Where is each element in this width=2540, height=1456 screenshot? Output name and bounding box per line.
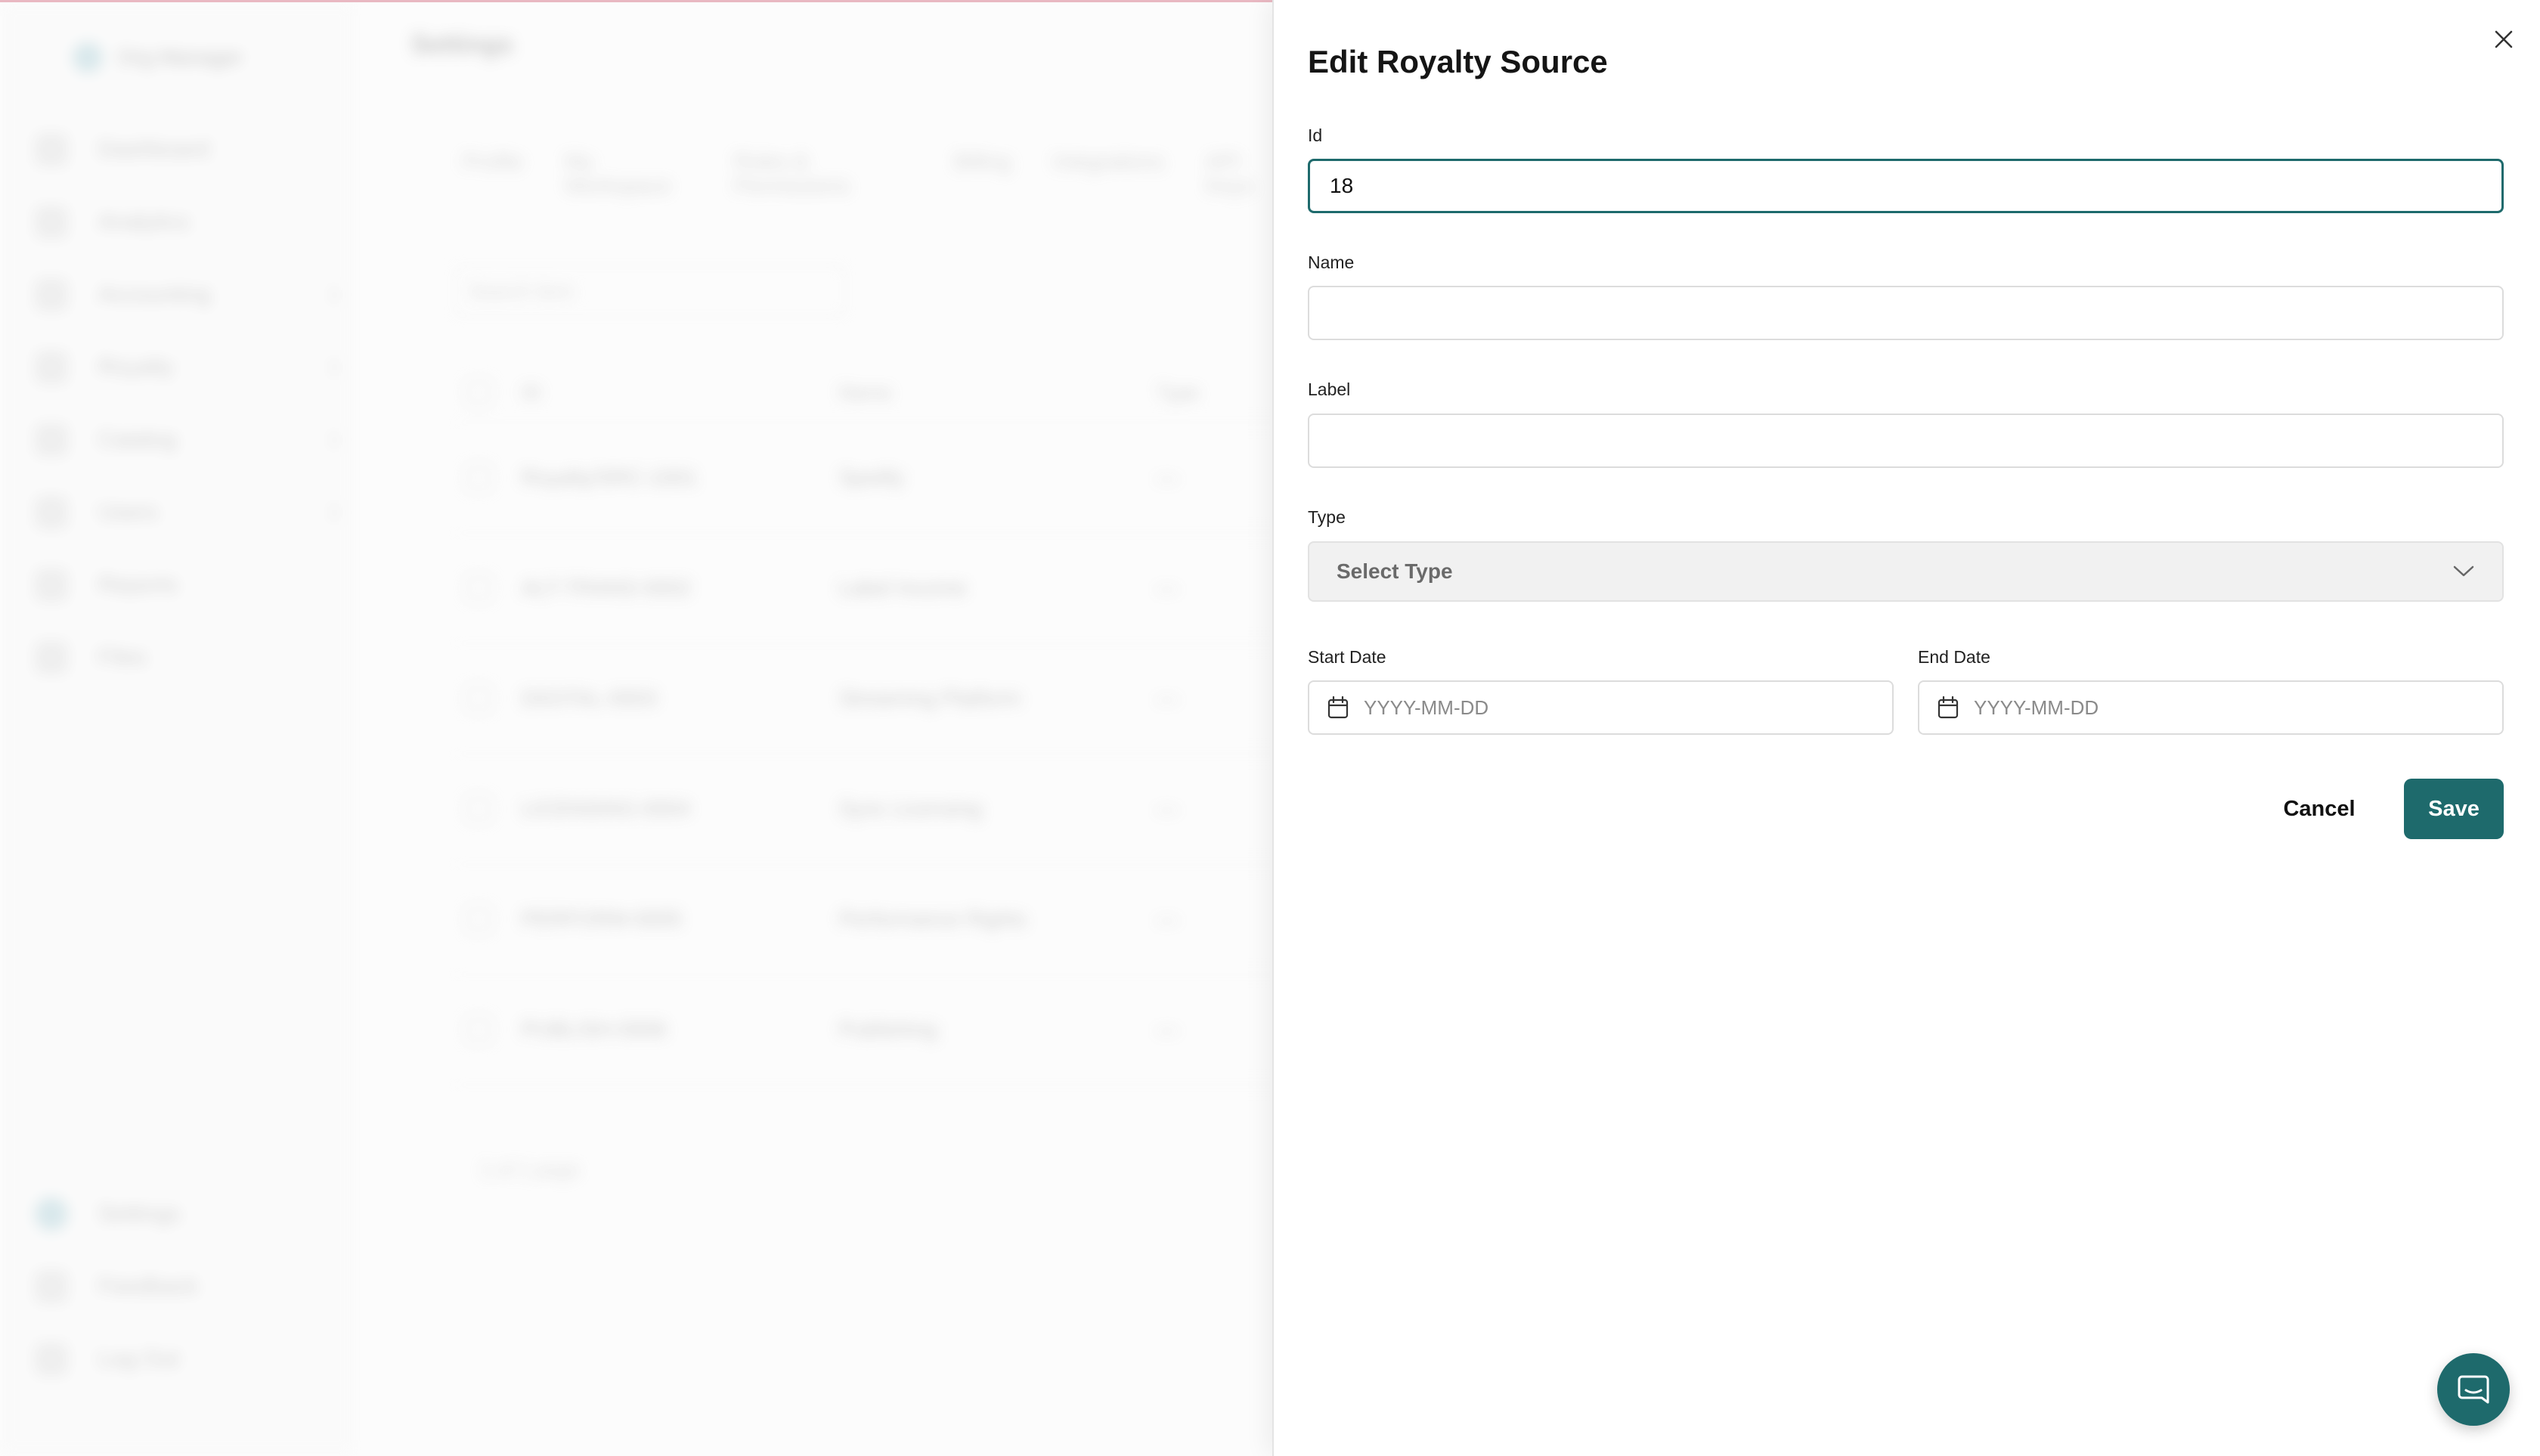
name-field[interactable] <box>1308 286 2504 340</box>
cancel-button[interactable]: Cancel <box>2269 779 2369 839</box>
name-label: Name <box>1308 252 1355 272</box>
chevron-down-icon <box>2453 565 2474 577</box>
close-button[interactable] <box>2487 23 2520 56</box>
start-date-input[interactable]: YYYY-MM-DD <box>1308 680 1894 735</box>
save-button[interactable]: Save <box>2404 779 2504 839</box>
start-date-label: Start Date <box>1308 647 1386 667</box>
type-select-value: Select Type <box>1337 559 1453 583</box>
close-icon <box>2495 30 2513 48</box>
calendar-icon <box>1327 696 1349 719</box>
drawer-title: Edit Royalty Source <box>1308 44 1608 79</box>
id-field[interactable] <box>1308 159 2504 213</box>
type-label: Type <box>1308 507 1346 527</box>
end-date-placeholder: YYYY-MM-DD <box>1974 695 2099 719</box>
label-label: Label <box>1308 379 1351 399</box>
end-date-label: End Date <box>1918 647 1990 667</box>
chat-launcher-button[interactable] <box>2437 1353 2510 1426</box>
end-date-input[interactable]: YYYY-MM-DD <box>1918 680 2504 735</box>
id-label: Id <box>1308 125 1323 145</box>
modal-backdrop[interactable] <box>0 0 1272 1456</box>
chat-icon <box>2458 1375 2489 1404</box>
start-date-placeholder: YYYY-MM-DD <box>1364 695 1489 719</box>
calendar-icon <box>1938 696 1959 719</box>
label-field[interactable] <box>1308 414 2504 468</box>
type-select[interactable]: Select Type <box>1308 541 2504 602</box>
